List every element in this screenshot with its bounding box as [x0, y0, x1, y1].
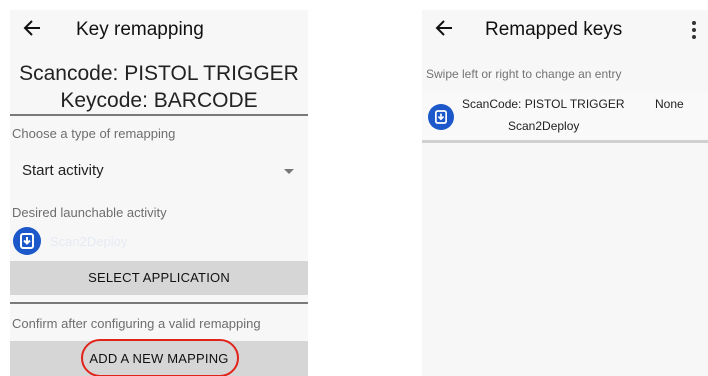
divider — [10, 114, 308, 116]
activity-app-name: Scan2Deploy — [50, 234, 128, 249]
swipe-hint: Swipe left or right to change an entry — [426, 67, 622, 81]
entry-app-name: Scan2Deploy — [508, 119, 580, 133]
highlight-annotation — [81, 339, 239, 376]
select-application-button[interactable]: SELECT APPLICATION — [10, 261, 308, 295]
scan2deploy-app-icon — [428, 104, 454, 130]
list-item[interactable]: ScanCode: PISTOL TRIGGER None Scan2Deplo… — [422, 92, 708, 140]
key-info: Scancode: PISTOL TRIGGER Keycode: BARCOD… — [10, 60, 308, 114]
activity-label: Desired launchable activity — [12, 205, 167, 220]
remap-type-dropdown[interactable]: Start activity — [10, 156, 308, 186]
app-bar: Remapped keys — [422, 10, 708, 50]
dropdown-caret-icon — [284, 169, 294, 174]
key-remapping-screen: Key remapping Scancode: PISTOL TRIGGER K… — [10, 10, 308, 376]
overflow-menu-icon[interactable] — [692, 21, 696, 39]
keycode-text: Keycode: BARCODE — [60, 89, 258, 112]
divider — [10, 302, 308, 304]
entry-keycode: None — [655, 97, 684, 111]
entry-scancode: ScanCode: PISTOL TRIGGER — [462, 97, 625, 111]
page-title: Key remapping — [76, 19, 204, 40]
back-arrow-icon[interactable] — [23, 19, 41, 37]
scan2deploy-app-icon — [13, 227, 41, 255]
page-title: Remapped keys — [485, 19, 623, 40]
app-bar: Key remapping — [10, 10, 308, 50]
remapped-keys-screen: Remapped keys Swipe left or right to cha… — [422, 10, 708, 376]
remap-type-label: Choose a type of remapping — [12, 126, 176, 141]
back-arrow-icon[interactable] — [435, 19, 453, 37]
divider — [422, 140, 708, 143]
remap-type-value: Start activity — [22, 162, 104, 179]
scancode-text: Scancode: PISTOL TRIGGER — [19, 62, 299, 85]
confirm-label: Confirm after configuring a valid remapp… — [12, 316, 261, 331]
